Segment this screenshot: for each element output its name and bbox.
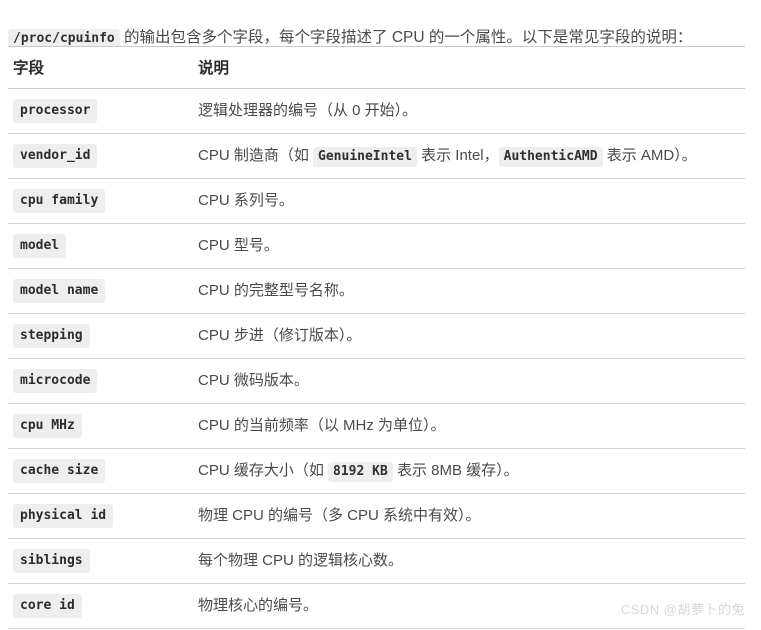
inline-code-2: AuthenticAMD [498, 146, 603, 167]
cpuinfo-fields-table: 字段 说明 processor 逻辑处理器的编号（从 0 开始）。 vendor_i… [8, 46, 745, 629]
field-name-code: cpu family [13, 189, 106, 213]
field-name-code: model [13, 234, 67, 258]
field-name-code: core id [13, 594, 82, 618]
description-text-pre: 物理 CPU 的编号（多 CPU 系统中有效）。 [198, 507, 481, 524]
column-header-field: 字段 [8, 46, 185, 89]
column-header-description: 说明 [185, 46, 745, 89]
table-cell-field: microcode [8, 358, 185, 404]
table-cell-description: CPU 步进（修订版本）。 [185, 313, 745, 359]
field-name-code: siblings [13, 549, 90, 573]
field-name-code: cache size [13, 459, 106, 483]
table-cell-field: cache size [8, 448, 185, 494]
intro-text: 的输出包含多个字段，每个字段描述了 CPU 的一个属性。以下是常见字段的说明： [119, 28, 693, 46]
table-row: siblings 每个物理 CPU 的逻辑核心数。 [8, 538, 745, 584]
csdn-watermark: CSDN @胡萝卜的兔 [620, 602, 745, 617]
table-row: processor 逻辑处理器的编号（从 0 开始）。 [8, 88, 745, 134]
table-cell-description: 逻辑处理器的编号（从 0 开始）。 [185, 88, 745, 134]
table-cell-field: model name [8, 268, 185, 314]
table-cell-field: model [8, 223, 185, 269]
table-cell-description: 物理 CPU 的编号（多 CPU 系统中有效）。 [185, 493, 745, 539]
field-name-code: processor [13, 99, 98, 123]
table-row: model name CPU 的完整型号名称。 [8, 268, 745, 314]
description-text-pre: CPU 的当前频率（以 MHz 为单位）。 [198, 417, 446, 434]
table-cell-field: cpu family [8, 178, 185, 224]
description-text-pre: 物理核心的编号。 [198, 597, 319, 614]
table-cell-description: CPU 型号。 [185, 223, 745, 269]
table-row: microcode CPU 微码版本。 [8, 358, 745, 404]
field-name-code: stepping [13, 324, 90, 348]
table-cell-field: physical id [8, 493, 185, 539]
table-row: physical id 物理 CPU 的编号（多 CPU 系统中有效）。 [8, 493, 745, 539]
table-head: 字段 说明 [8, 46, 745, 89]
table-cell-description: CPU 的完整型号名称。 [185, 268, 745, 314]
table-body: processor 逻辑处理器的编号（从 0 开始）。 vendor_id CPU 制… [8, 88, 745, 629]
description-text-mid: 表示 8MB 缓存）。 [392, 461, 519, 479]
description-text-pre: CPU 型号。 [198, 237, 279, 254]
table-cell-description: CPU 制造商（如 GenuineIntel 表示 Intel， Authenti… [185, 133, 745, 179]
description-text-mid: 表示 Intel， [416, 146, 499, 164]
field-name-code: model name [13, 279, 106, 303]
table-row: model CPU 型号。 [8, 223, 745, 269]
description-text-pre: CPU 的完整型号名称。 [198, 282, 354, 299]
inline-code-1: GenuineIntel [313, 146, 417, 167]
table-cell-description: CPU 微码版本。 [185, 358, 745, 404]
table-cell-description: 每个物理 CPU 的逻辑核心数。 [185, 538, 745, 584]
table-cell-field: siblings [8, 538, 185, 584]
table-row: vendor_id CPU 制造商（如 GenuineIntel 表示 Intel… [8, 133, 745, 179]
field-name-code: cpu MHz [13, 414, 82, 438]
table-cell-description: CPU 缓存大小（如 8192 KB 表示 8MB 缓存）。 [185, 448, 745, 494]
table-cell-field: processor [8, 88, 185, 134]
description-text-pre: CPU 微码版本。 [198, 372, 309, 389]
description-text-pre: CPU 缓存大小（如 [198, 461, 329, 479]
description-text-pre: CPU 系列号。 [198, 192, 294, 209]
table-cell-description: CPU 的当前频率（以 MHz 为单位）。 [185, 403, 745, 449]
description-text-pre: 逻辑处理器的编号（从 0 开始）。 [198, 102, 418, 119]
table-header-row: 字段 说明 [8, 46, 745, 89]
table-row: cpu MHz CPU 的当前频率（以 MHz 为单位）。 [8, 403, 745, 449]
field-name-code: microcode [13, 369, 98, 393]
field-name-code: vendor_id [13, 144, 98, 168]
inline-code-1: 8192 KB [328, 461, 393, 482]
table-row: stepping CPU 步进（修订版本）。 [8, 313, 745, 359]
table-cell-field: cpu MHz [8, 403, 185, 449]
description-text-pre: CPU 步进（修订版本）。 [198, 327, 362, 344]
description-text-post: 表示 AMD）。 [602, 146, 697, 164]
article-page: /proc/cpuinfo 的输出包含多个字段，每个字段描述了 CPU 的一个属… [0, 0, 761, 630]
table-cell-description: CPU 系列号。 [185, 178, 745, 224]
table-cell-field: stepping [8, 313, 185, 359]
table-cell-field: core id [8, 583, 185, 629]
description-text-pre: CPU 制造商（如 [198, 146, 314, 164]
field-name-code: physical id [13, 504, 114, 528]
table-cell-field: vendor_id [8, 133, 185, 179]
description-text-pre: 每个物理 CPU 的逻辑核心数。 [198, 552, 404, 569]
table-row: cache size CPU 缓存大小（如 8192 KB 表示 8MB 缓存）。 [8, 448, 745, 494]
table-row: cpu family CPU 系列号。 [8, 178, 745, 224]
